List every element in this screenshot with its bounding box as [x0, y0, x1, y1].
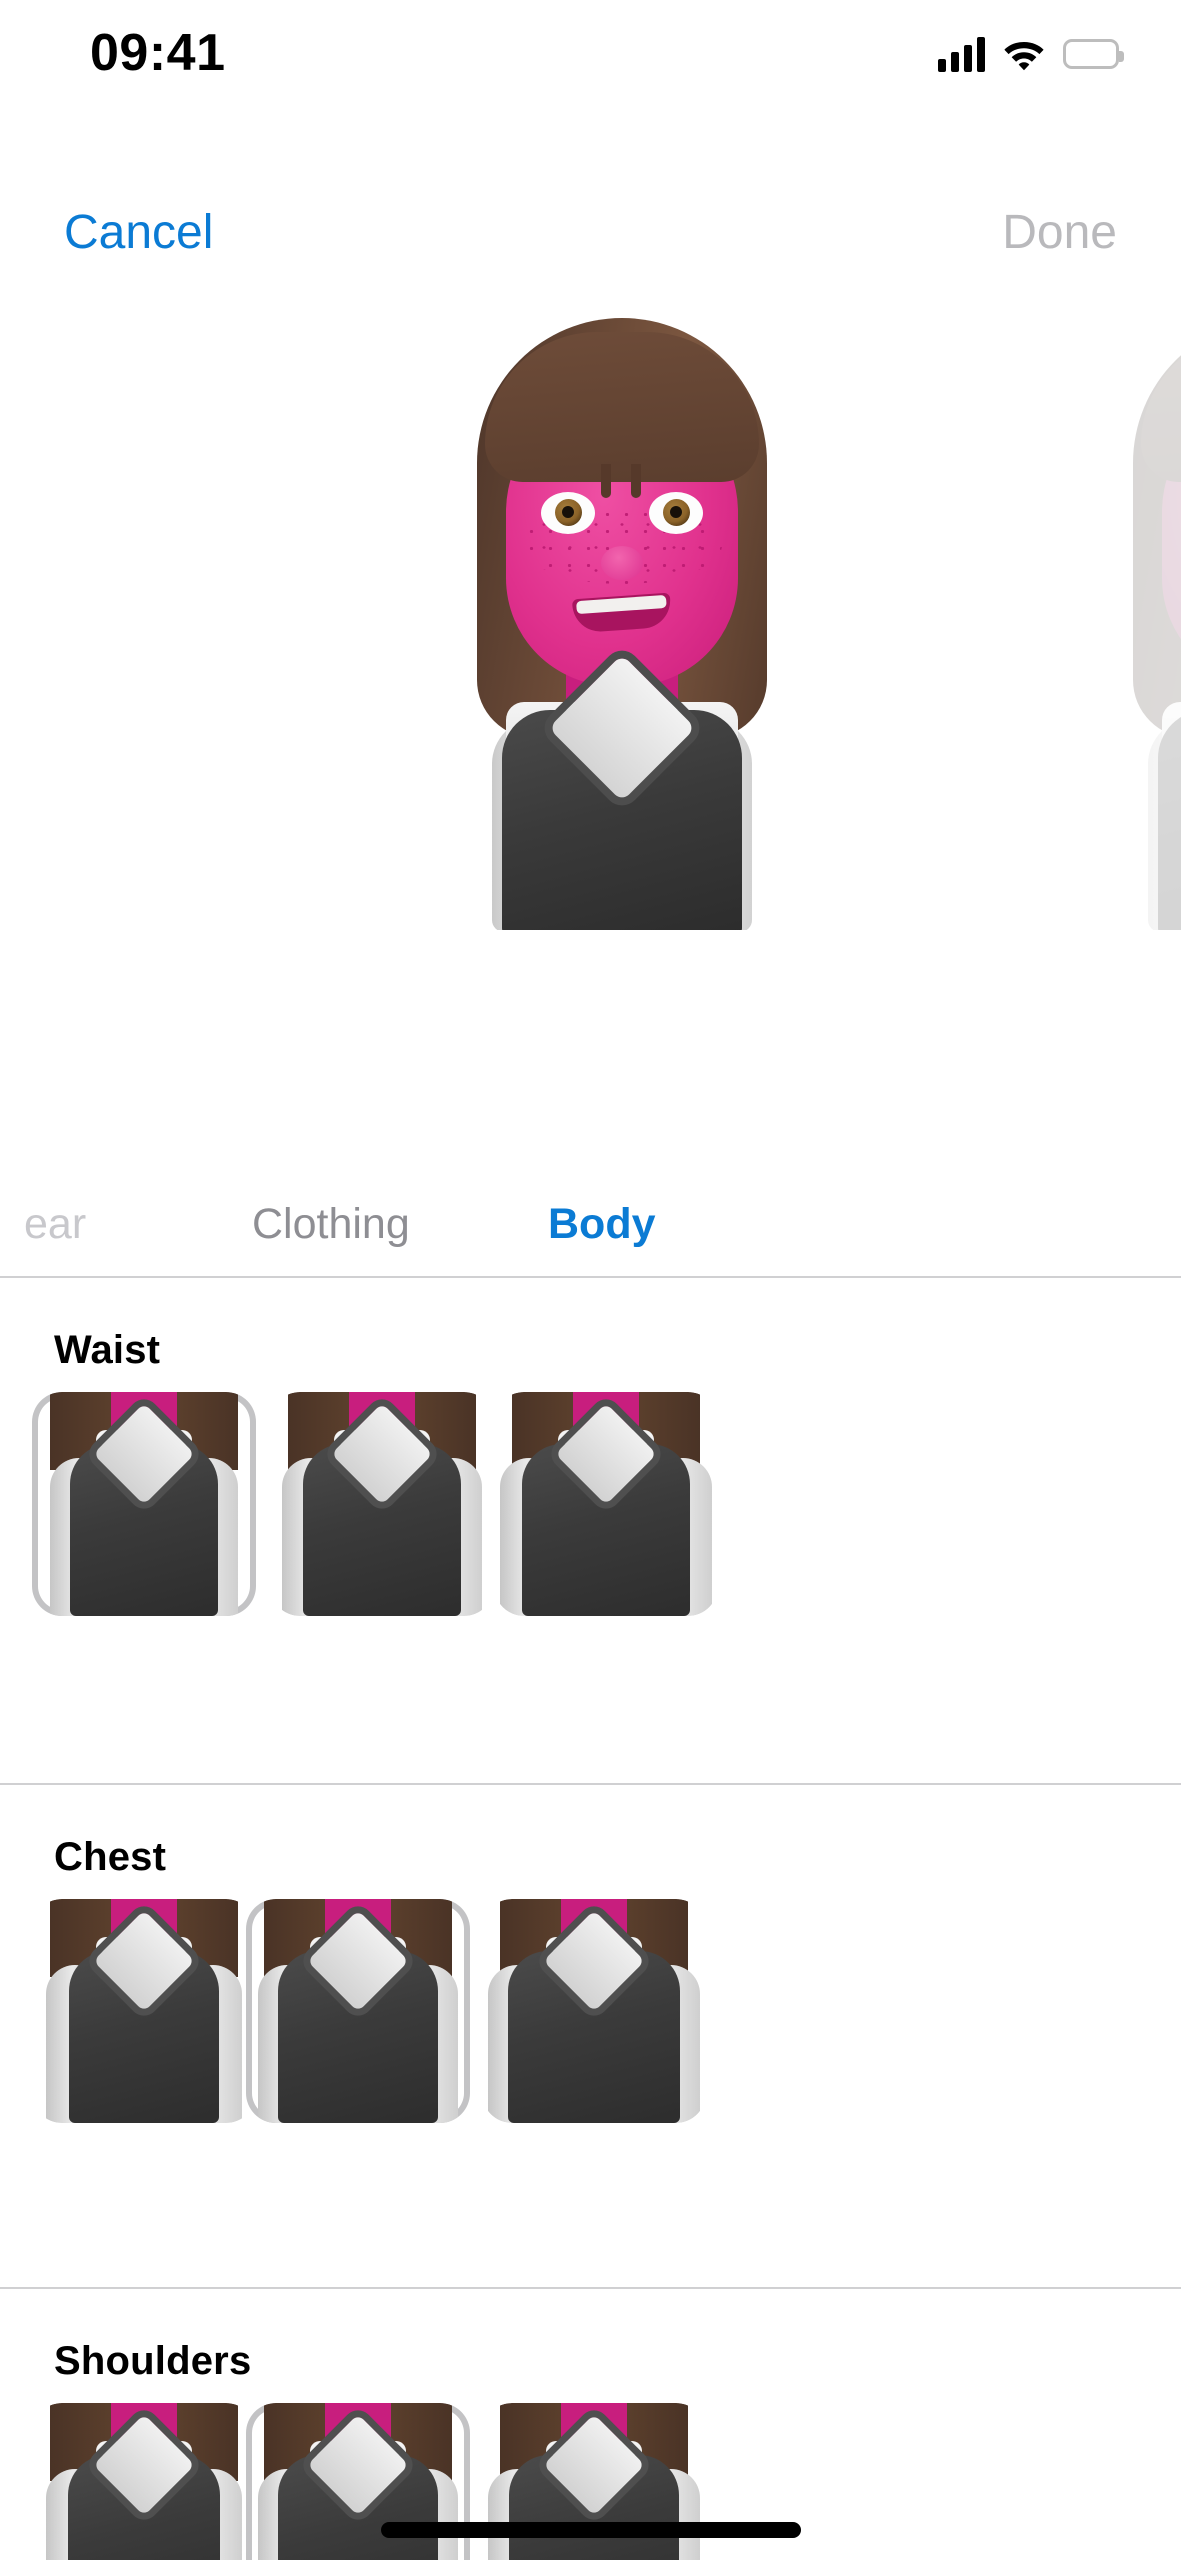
navigation-bar: Cancel Done [0, 185, 1181, 280]
option-row-waist[interactable] [0, 1392, 1181, 1628]
tab-body[interactable]: Body [548, 1193, 656, 1256]
thumb-vest [509, 2414, 679, 2560]
thumb-vest [508, 1910, 680, 2123]
waist-option-2[interactable] [270, 1392, 494, 1616]
memoji-torso [366, 654, 878, 930]
waist-option-3[interactable] [494, 1392, 718, 1616]
thumb-vest [68, 2414, 220, 2560]
status-bar-icons [938, 28, 1124, 72]
memoji-nose [601, 546, 643, 580]
chest-option-2[interactable] [246, 1899, 470, 2123]
thumb-vest [303, 1403, 461, 1616]
memoji-eye-left [541, 492, 595, 534]
memoji-torso [1022, 702, 1181, 930]
memoji-preview-next[interactable] [1022, 310, 1181, 930]
section-chest: Chest [0, 1783, 1181, 2287]
battery-icon [1063, 39, 1124, 69]
thumb-vest [69, 1910, 219, 2123]
memoji-eye-right [649, 492, 703, 534]
section-title-waist: Waist [54, 1328, 161, 1372]
tab-eyewear[interactable]: ear [24, 1193, 86, 1256]
cellular-signal-icon [938, 36, 985, 72]
thumb-vest [278, 1910, 438, 2123]
option-row-chest[interactable] [0, 1899, 1181, 2135]
memoji-editor-screen: 09:41 Cancel Done ear Clothing Body Wais… [0, 0, 1181, 2560]
status-bar: 09:41 [0, 0, 1181, 100]
thumb-vest [522, 1403, 690, 1616]
category-tab-bar[interactable]: ear Clothing Body [0, 1172, 1181, 1276]
chest-option-1[interactable] [32, 1899, 256, 2123]
section-shoulders: Shoulders [0, 2287, 1181, 2560]
section-title-shoulders: Shoulders [54, 2339, 252, 2383]
memoji-vest [502, 654, 742, 930]
memoji-avatar [366, 310, 878, 930]
waist-option-1[interactable] [32, 1392, 256, 1616]
wifi-icon [1003, 37, 1045, 71]
section-title-chest: Chest [54, 1835, 167, 1879]
thumb-vest [278, 2414, 438, 2560]
memoji-bangs [1141, 332, 1181, 482]
done-button[interactable]: Done [998, 203, 1121, 263]
memoji-preview-stage[interactable] [0, 290, 1181, 1170]
tab-clothing[interactable]: Clothing [252, 1193, 410, 1256]
memoji-preview-primary[interactable] [366, 310, 878, 930]
chest-option-3[interactable] [482, 1899, 706, 2123]
section-waist: Waist [0, 1276, 1181, 1783]
memoji-vest [1158, 710, 1181, 930]
cancel-button[interactable]: Cancel [60, 203, 217, 263]
memoji-avatar-ghost [1022, 310, 1181, 930]
shoulders-option-1[interactable] [32, 2403, 256, 2560]
status-bar-time: 09:41 [90, 24, 226, 82]
home-indicator[interactable] [380, 2522, 801, 2538]
thumb-vest [70, 1403, 218, 1616]
